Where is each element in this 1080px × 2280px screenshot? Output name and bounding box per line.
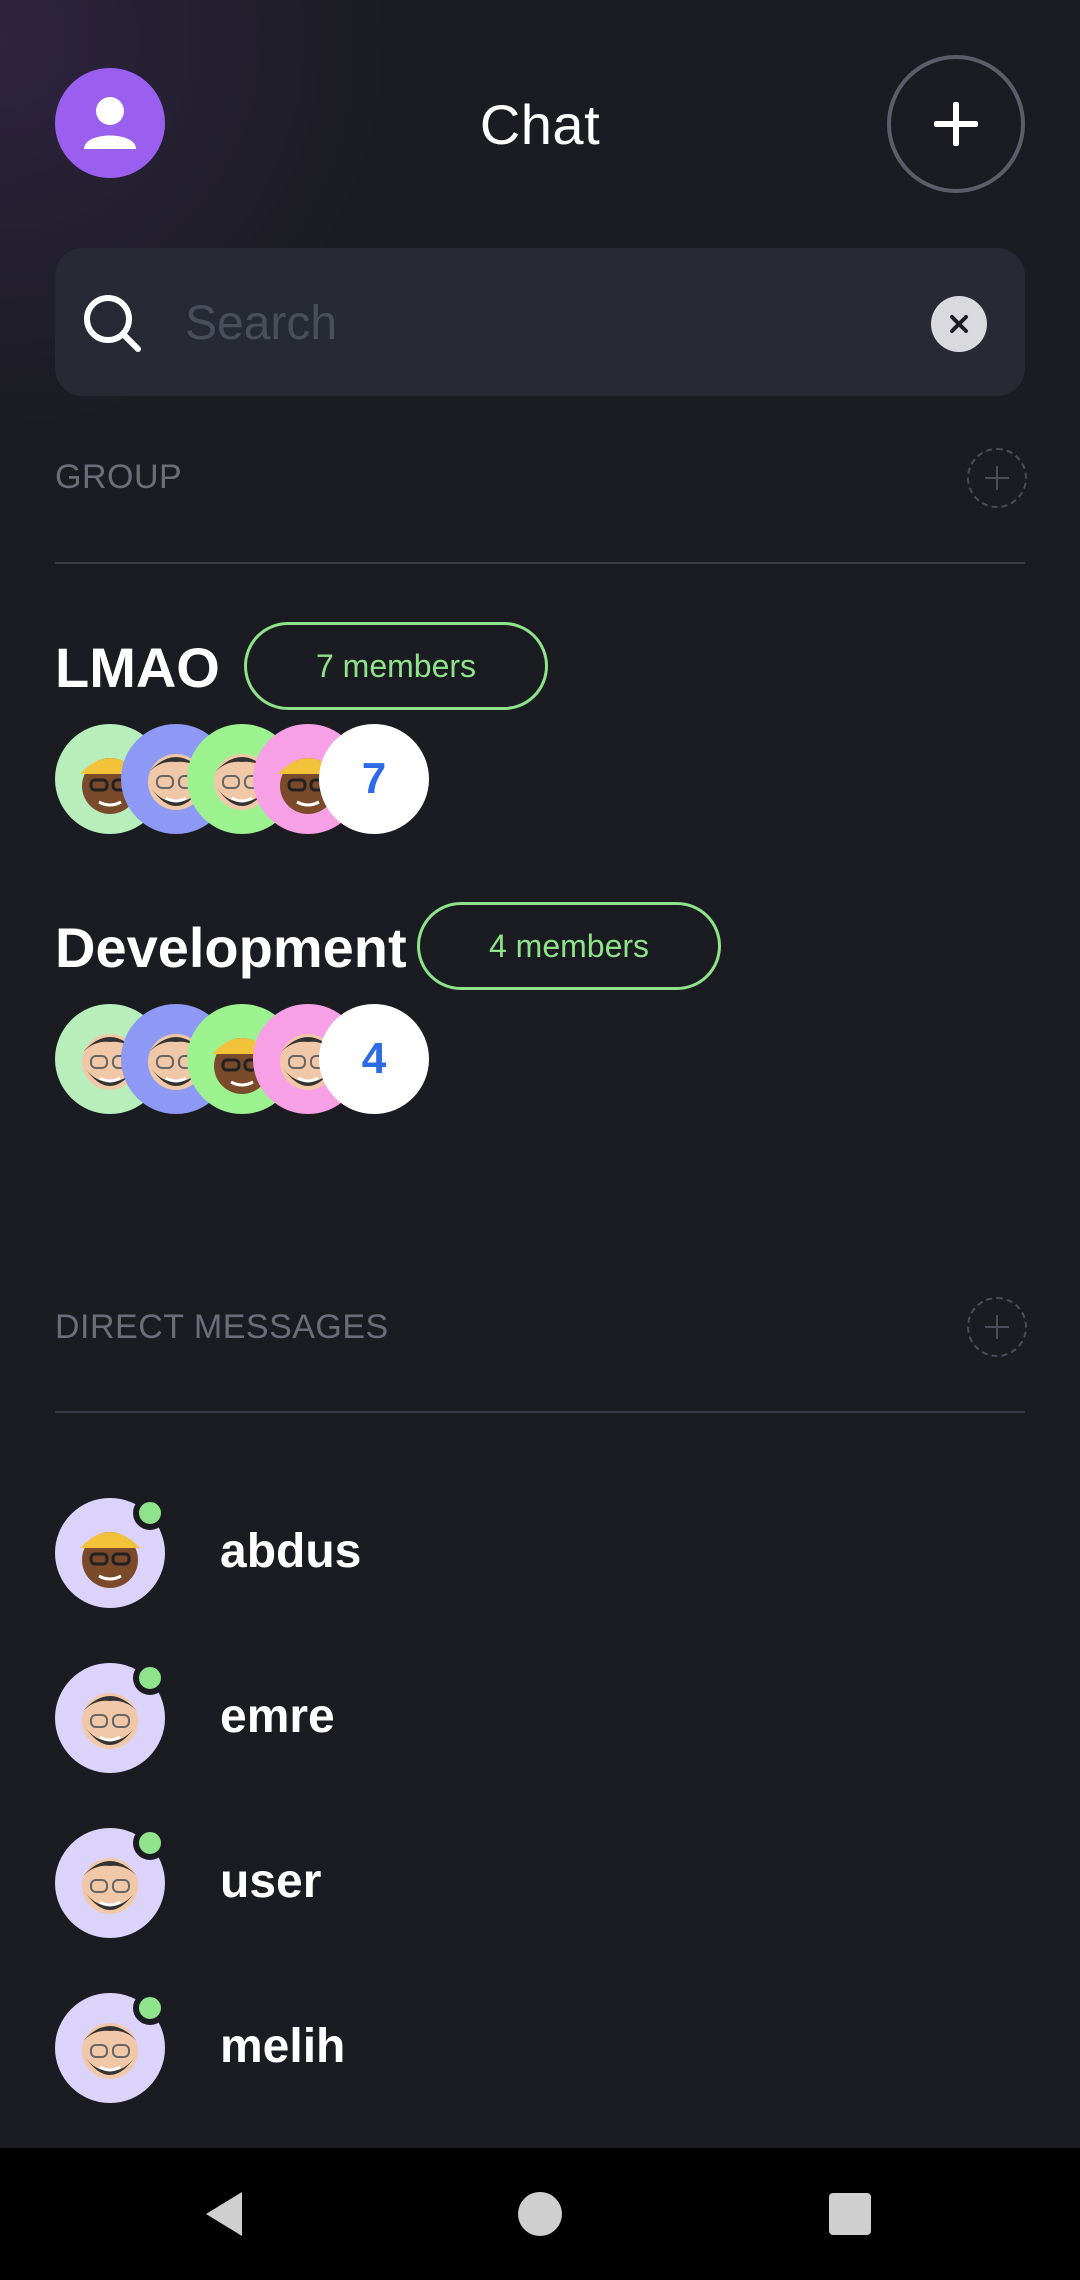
- search-icon: [84, 295, 141, 352]
- nav-home-button[interactable]: [504, 2178, 576, 2250]
- dm-section-label: DIRECT MESSAGES: [55, 1308, 389, 1346]
- dm-name: user: [220, 1855, 322, 1908]
- member-count: 7: [319, 724, 429, 834]
- add-group-button[interactable]: [967, 448, 1027, 508]
- dm-list-item[interactable]: melih: [55, 1991, 1025, 2103]
- add-dm-button[interactable]: [967, 1297, 1027, 1357]
- group-avatar-stack[interactable]: 7: [55, 724, 455, 834]
- recents-square-icon: [829, 2193, 871, 2235]
- members-badge: 7 members: [244, 622, 548, 710]
- group-name[interactable]: LMAO: [55, 640, 220, 696]
- dm-name: emre: [220, 1690, 335, 1743]
- members-badge: 4 members: [417, 902, 721, 990]
- online-status-dot: [133, 1826, 167, 1860]
- search-bar: [55, 248, 1025, 396]
- group-section-label: GROUP: [55, 458, 183, 496]
- home-circle-icon: [518, 2192, 562, 2236]
- online-status-dot: [133, 1661, 167, 1695]
- new-chat-button[interactable]: [887, 55, 1025, 193]
- online-status-dot: [133, 1991, 167, 2025]
- dm-name: melih: [220, 2020, 346, 2073]
- system-nav-bar: [0, 2148, 1080, 2280]
- dm-list-item[interactable]: abdus: [55, 1496, 1025, 1608]
- member-count: 4: [319, 1004, 429, 1114]
- dm-list-item[interactable]: emre: [55, 1661, 1025, 1773]
- nav-recents-button[interactable]: [814, 2178, 886, 2250]
- header: Chat: [0, 0, 1080, 250]
- nav-back-button[interactable]: [190, 2178, 262, 2250]
- chat-screen: Chat GROUP LMAO 7 members: [0, 0, 1080, 2280]
- close-icon: [950, 315, 968, 333]
- online-status-dot: [133, 1496, 167, 1530]
- plus-icon: [934, 102, 978, 146]
- divider: [55, 1411, 1025, 1413]
- plus-icon: [985, 1315, 1009, 1339]
- divider: [55, 562, 1025, 564]
- plus-icon: [985, 466, 1009, 490]
- dm-list-item[interactable]: user: [55, 1826, 1025, 1938]
- group-name[interactable]: Development: [55, 920, 407, 976]
- search-input[interactable]: [185, 288, 945, 358]
- back-triangle-icon: [206, 2192, 242, 2236]
- group-avatar-stack[interactable]: 4: [55, 1004, 455, 1114]
- clear-search-button[interactable]: [931, 296, 987, 352]
- dm-name: abdus: [220, 1525, 362, 1578]
